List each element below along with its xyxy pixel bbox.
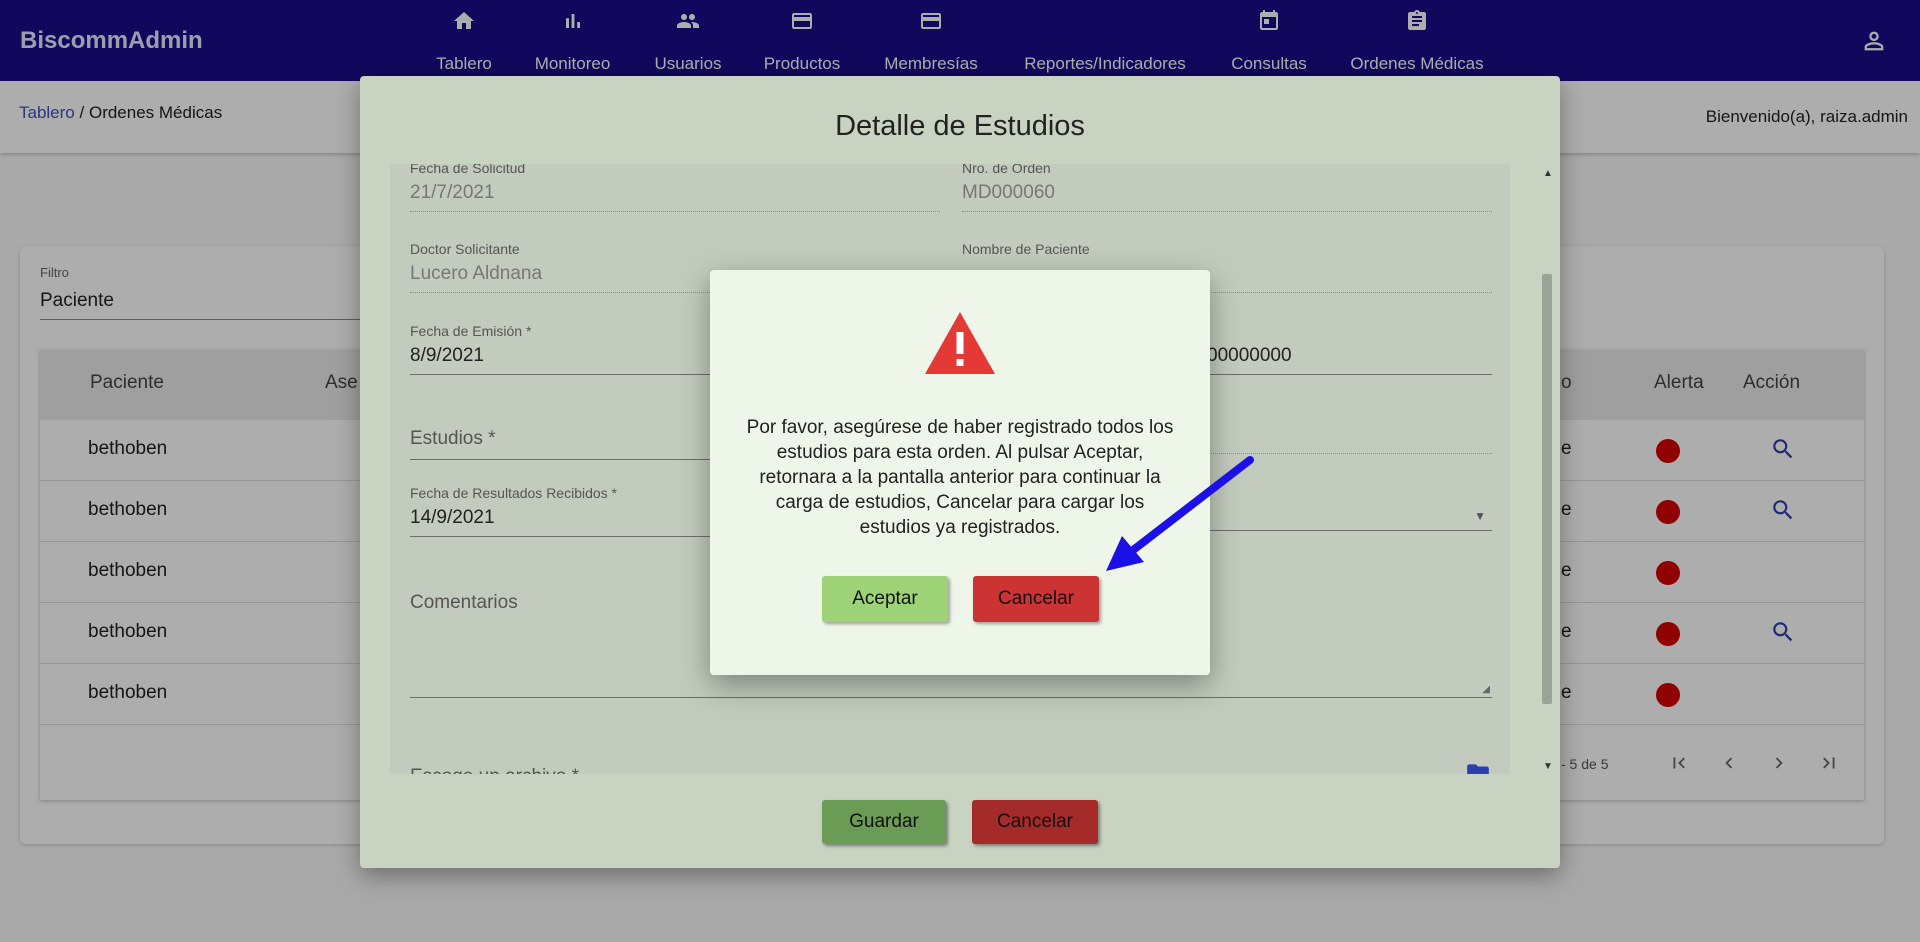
warning-icon (925, 312, 995, 374)
field-label: Doctor Solicitante (410, 241, 520, 257)
field-value[interactable]: 00000000 (1207, 345, 1492, 367)
dialog-scrollbar[interactable]: ▲ ▼ (1540, 164, 1554, 774)
dropdown-arrow-icon[interactable]: ▼ (1474, 509, 1486, 523)
scroll-up-icon[interactable]: ▲ (1543, 168, 1553, 179)
nro-orden-field: Nro. de Orden MD000060 (962, 164, 1492, 212)
field-label: Escoge un archivo * (410, 766, 1492, 774)
field-value: 21/7/2021 (410, 182, 495, 203)
field-label: Nro. de Orden (962, 164, 1051, 176)
archivo-field[interactable]: Escoge un archivo * (410, 760, 1492, 774)
dialog-title: Detalle de Estudios (835, 110, 1085, 142)
resize-handle-icon[interactable]: ◢ (1482, 684, 1490, 695)
field-value: MD000060 (962, 182, 1055, 203)
field-label: Nombre de Paciente (962, 241, 1090, 257)
scroll-thumb[interactable] (1542, 274, 1552, 704)
alert-message: Por favor, asegúrese de haber registrado… (746, 417, 1174, 538)
fecha-solicitud-field: Fecha de Solicitud 21/7/2021 (410, 164, 940, 212)
guardar-button[interactable]: Guardar (822, 800, 946, 844)
alert-cancel-button[interactable]: Cancelar (973, 576, 1099, 622)
dialog-cancel-button[interactable]: Cancelar (972, 800, 1098, 844)
field-label: Fecha de Solicitud (410, 164, 526, 176)
folder-icon[interactable] (1464, 760, 1492, 774)
confirmation-alert: Por favor, asegúrese de haber registrado… (710, 270, 1210, 675)
aceptar-button[interactable]: Aceptar (822, 576, 948, 622)
scroll-down-icon[interactable]: ▼ (1543, 761, 1553, 772)
